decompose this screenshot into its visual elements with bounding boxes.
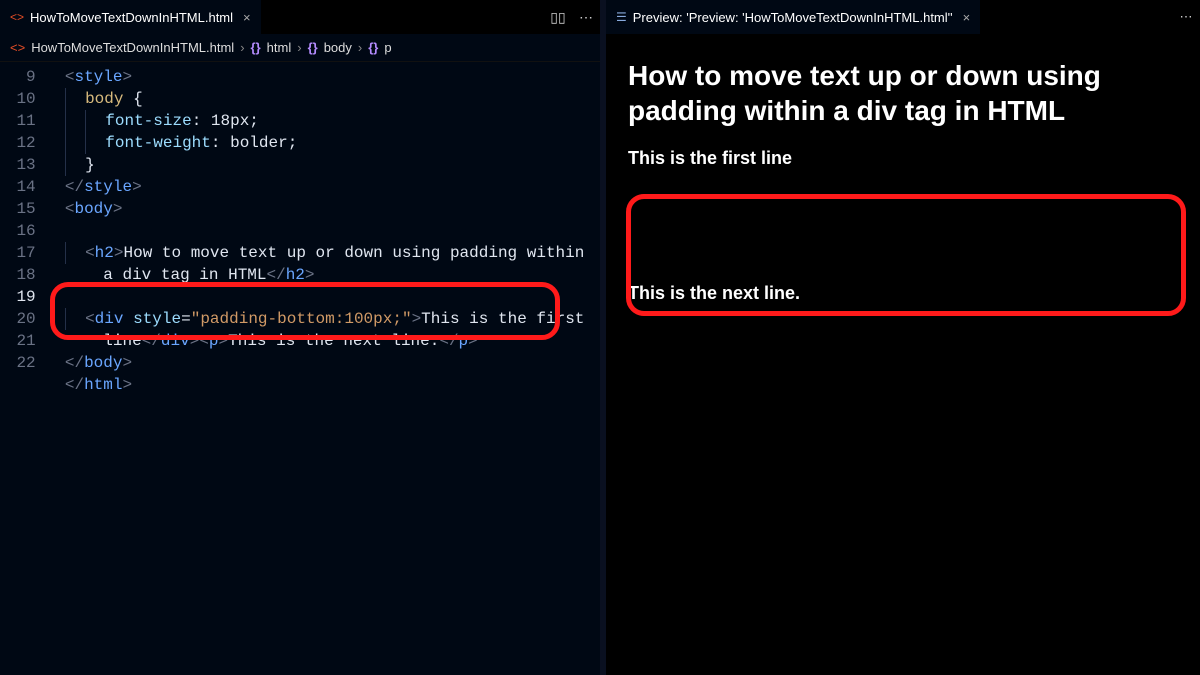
line-number: 15 (0, 198, 36, 220)
more-actions-icon[interactable]: ⋯ (1172, 0, 1200, 34)
preview-tab[interactable]: ☰ Preview: 'Preview: 'HowToMoveTextDownI… (606, 0, 980, 34)
editor-tabbar: <> HowToMoveTextDownInHTML.html × ▯▯ ⋯ (0, 0, 600, 34)
code-line[interactable]: } (46, 154, 594, 176)
editor-tab-filename: HowToMoveTextDownInHTML.html (30, 10, 233, 25)
breadcrumb-body[interactable]: body (324, 40, 352, 55)
code-line[interactable] (46, 286, 594, 308)
line-number: 10 (0, 88, 36, 110)
line-number: 14 (0, 176, 36, 198)
preview-tabbar: ☰ Preview: 'Preview: 'HowToMoveTextDownI… (606, 0, 1200, 34)
code-line[interactable]: <style> (46, 66, 594, 88)
breadcrumb[interactable]: <> HowToMoveTextDownInHTML.html › {} htm… (0, 34, 600, 62)
tabbar-spacer (261, 0, 544, 34)
breadcrumb-p[interactable]: p (384, 40, 391, 55)
code-line[interactable]: line</div><p>This is the next line.</p> (46, 330, 594, 352)
code-editor[interactable]: 9 10 11 12 13 14 15 16 17 18 19 20 21 22… (0, 62, 600, 675)
line-number: 20 (0, 308, 36, 330)
line-number-gutter: 9 10 11 12 13 14 15 16 17 18 19 20 21 22 (0, 62, 46, 675)
preview-next-line: This is the next line. (628, 283, 1178, 304)
breadcrumb-html[interactable]: html (267, 40, 292, 55)
preview-heading: How to move text up or down using paddin… (628, 58, 1178, 128)
more-actions-icon[interactable]: ⋯ (572, 0, 600, 34)
html-file-icon: <> (10, 40, 25, 55)
editor-pane: <> HowToMoveTextDownInHTML.html × ▯▯ ⋯ <… (0, 0, 600, 675)
code-lines[interactable]: <style> body { font-size: 18px; font-wei… (46, 62, 600, 675)
preview-tab-label: Preview: 'Preview: 'HowToMoveTextDownInH… (633, 10, 953, 25)
line-number: 19 (0, 286, 36, 308)
preview-body: How to move text up or down using paddin… (606, 34, 1200, 675)
html-file-icon: <> (10, 10, 24, 24)
line-number: 17 (0, 242, 36, 264)
line-number: 9 (0, 66, 36, 88)
chevron-right-icon: › (358, 40, 362, 55)
code-line[interactable]: font-weight: bolder; (46, 132, 594, 154)
code-line[interactable]: <h2>How to move text up or down using pa… (46, 242, 594, 264)
close-icon[interactable]: × (963, 10, 971, 25)
brackets-icon: {} (251, 40, 261, 55)
tabbar-spacer (980, 0, 1172, 34)
code-line[interactable]: <div style="padding-bottom:100px;">This … (46, 308, 594, 330)
preview-pane: ☰ Preview: 'Preview: 'HowToMoveTextDownI… (606, 0, 1200, 675)
line-number: 11 (0, 110, 36, 132)
code-line[interactable]: </body> (46, 352, 594, 374)
code-line[interactable] (46, 220, 594, 242)
line-number: 13 (0, 154, 36, 176)
editor-tab[interactable]: <> HowToMoveTextDownInHTML.html × (0, 0, 261, 34)
line-number: 12 (0, 132, 36, 154)
code-line[interactable]: </style> (46, 176, 594, 198)
line-number: 22 (0, 352, 36, 374)
brackets-icon: {} (308, 40, 318, 55)
line-number: 16 (0, 220, 36, 242)
code-line[interactable]: </html> (46, 374, 594, 396)
close-icon[interactable]: × (243, 10, 251, 25)
breadcrumb-file[interactable]: HowToMoveTextDownInHTML.html (31, 40, 234, 55)
code-line[interactable]: font-size: 18px; (46, 110, 594, 132)
line-number: 18 (0, 264, 36, 286)
brackets-icon: {} (368, 40, 378, 55)
code-line[interactable]: <body> (46, 198, 594, 220)
code-line[interactable]: body { (46, 88, 594, 110)
code-line[interactable]: a div tag in HTML</h2> (46, 264, 594, 286)
preview-icon: ☰ (616, 10, 627, 24)
preview-first-line: This is the first line (628, 148, 1178, 269)
chevron-right-icon: › (297, 40, 301, 55)
line-number: 21 (0, 330, 36, 352)
split-editor-icon[interactable]: ▯▯ (544, 0, 572, 34)
chevron-right-icon: › (240, 40, 244, 55)
